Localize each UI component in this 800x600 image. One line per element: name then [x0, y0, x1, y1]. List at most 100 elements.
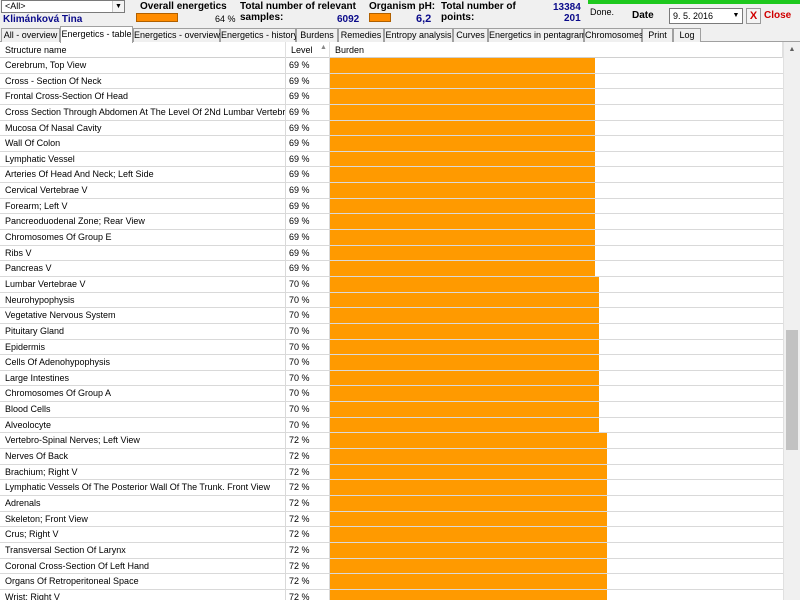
burden-bar — [330, 230, 595, 245]
tab-energetics-history[interactable]: Energetics - history — [220, 28, 298, 42]
burden-bar — [330, 511, 607, 527]
table-row[interactable]: Cervical Vertebrae V 69 % — [0, 183, 783, 199]
structure-name-cell: Nerves Of Back — [0, 449, 286, 464]
column-header-structure[interactable]: Structure name — [0, 42, 286, 58]
chevron-down-icon[interactable]: ▼ — [112, 1, 124, 12]
table-row[interactable]: Cells Of Adenohypophysis 70 % — [0, 355, 783, 371]
table-row[interactable]: Nerves Of Back 72 % — [0, 449, 783, 465]
tab-entropy-analysis[interactable]: Entropy analysis — [384, 28, 453, 42]
table-row[interactable]: Chromosomes Of Group E 69 % — [0, 230, 783, 246]
close-button[interactable]: Close — [764, 10, 791, 21]
tab-all-overview[interactable]: All - overview — [1, 28, 60, 42]
filter-dropdown[interactable]: <All> ▼ — [1, 0, 125, 13]
structure-name-cell: Lymphatic Vessels Of The Posterior Wall … — [0, 480, 286, 495]
tab-energetics-table[interactable]: Energetics - table — [60, 26, 133, 43]
structure-name-cell: Organs Of Retroperitoneal Space — [0, 574, 286, 589]
structure-name-cell: Wall Of Colon — [0, 136, 286, 151]
table-row[interactable]: Arteries Of Head And Neck; Left Side 69 % — [0, 167, 783, 184]
tab-burdens[interactable]: Burdens — [296, 28, 338, 42]
tab-remedies[interactable]: Remedies — [338, 28, 384, 42]
burden-bar — [330, 464, 607, 480]
tab-chromosomes[interactable]: Chromosomes — [584, 28, 644, 42]
table-row[interactable]: Large Intestines 70 % — [0, 370, 783, 387]
scroll-up-icon[interactable]: ▲ — [784, 42, 800, 58]
burden-bar — [330, 198, 595, 214]
level-cell: 70 % — [286, 386, 330, 402]
tab-curves[interactable]: Curves — [453, 28, 488, 42]
structure-name-cell: Chromosomes Of Group E — [0, 230, 286, 245]
structure-name-cell: Coronal Cross-Section Of Left Hand — [0, 558, 286, 574]
table-row[interactable]: Cerebrum, Top View 69 % — [0, 58, 783, 74]
table-row[interactable]: Mucosa Of Nasal Cavity 69 % — [0, 120, 783, 137]
table-row[interactable]: Chromosomes Of Group A 70 % — [0, 386, 783, 403]
level-cell: 69 % — [286, 261, 330, 276]
table-row[interactable]: Organs Of Retroperitoneal Space 72 % — [0, 574, 783, 590]
structure-name-cell: Cross - Section Of Neck — [0, 73, 286, 89]
scrollbar-thumb[interactable] — [786, 330, 798, 450]
table-row[interactable]: Adrenals 72 % — [0, 495, 783, 512]
table-row[interactable]: Epidermis 70 % — [0, 339, 783, 356]
table-row[interactable]: Wall Of Colon 69 % — [0, 136, 783, 152]
table-row[interactable]: Cross Section Through Abdomen At The Lev… — [0, 104, 783, 121]
table-row[interactable]: Frontal Cross-Section Of Head 69 % — [0, 89, 783, 105]
tab-energetics-in-pentagram[interactable]: Energetics in pentagram — [488, 28, 587, 42]
structure-name-cell: Lumbar Vertebrae V — [0, 276, 286, 292]
table-row[interactable]: Cross - Section Of Neck 69 % — [0, 73, 783, 90]
structure-name-cell: Vegetative Nervous System — [0, 308, 286, 323]
organism-ph-bar — [369, 13, 391, 22]
table-row[interactable]: Neurohypophysis 70 % — [0, 292, 783, 309]
level-cell: 72 % — [286, 495, 330, 511]
chevron-down-icon[interactable]: ▼ — [730, 9, 742, 23]
table-row[interactable]: Alveolocyte 70 % — [0, 417, 783, 434]
burden-bar — [330, 308, 599, 323]
table-row[interactable]: Skeleton; Front View 72 % — [0, 511, 783, 528]
table-row[interactable]: Lymphatic Vessels Of The Posterior Wall … — [0, 480, 783, 496]
table-row[interactable]: Pituitary Gland 70 % — [0, 323, 783, 340]
burden-bar — [330, 104, 595, 120]
burden-bar — [330, 58, 595, 73]
table-row[interactable]: Coronal Cross-Section Of Left Hand 72 % — [0, 558, 783, 575]
table-row[interactable]: Lumbar Vertebrae V 70 % — [0, 276, 783, 293]
burden-bar — [330, 323, 599, 339]
level-cell: 69 % — [286, 230, 330, 245]
level-cell: 70 % — [286, 370, 330, 386]
level-cell: 70 % — [286, 339, 330, 355]
overall-energetics-label: Overall energetics — [140, 1, 227, 12]
level-cell: 69 % — [286, 58, 330, 73]
date-dropdown[interactable]: 9. 5. 2016 ▼ — [669, 8, 743, 24]
structure-name-cell: Alveolocyte — [0, 417, 286, 433]
table-row[interactable]: Wrist; Right V 72 % — [0, 589, 783, 600]
table-row[interactable]: Forearm; Left V 69 % — [0, 198, 783, 215]
table-row[interactable]: Lymphatic Vessel 69 % — [0, 151, 783, 168]
table-row[interactable]: Vertebro-Spinal Nerves; Left View 72 % — [0, 433, 783, 450]
burden-bar — [330, 449, 607, 464]
burden-bar — [330, 386, 599, 402]
tab-print[interactable]: Print — [642, 28, 673, 42]
vertical-scrollbar[interactable]: ▲ — [783, 42, 800, 600]
table-row[interactable]: Pancreas V 69 % — [0, 261, 783, 277]
burden-bar — [330, 527, 607, 542]
burden-bar — [330, 89, 595, 104]
close-icon[interactable]: X — [746, 8, 761, 24]
points-secondary-value: 201 — [564, 13, 581, 24]
progress-bar — [588, 0, 800, 4]
table-row[interactable]: Vegetative Nervous System 70 % — [0, 308, 783, 324]
structure-name-cell: Ribs V — [0, 245, 286, 261]
table-row[interactable]: Transversal Section Of Larynx 72 % — [0, 542, 783, 559]
table-row[interactable]: Crus; Right V 72 % — [0, 527, 783, 543]
level-cell: 72 % — [286, 480, 330, 495]
level-cell: 72 % — [286, 527, 330, 542]
structure-name-cell: Skeleton; Front View — [0, 511, 286, 527]
table-row[interactable]: Brachium; Right V 72 % — [0, 464, 783, 481]
table-row[interactable]: Pancreoduodenal Zone; Rear View 69 % — [0, 214, 783, 231]
table-row[interactable]: Ribs V 69 % — [0, 245, 783, 262]
burden-bar — [330, 417, 599, 433]
burden-bar — [330, 245, 595, 261]
structure-name-cell: Chromosomes Of Group A — [0, 386, 286, 402]
tab-log[interactable]: Log — [673, 28, 701, 42]
structure-name-cell: Pancreas V — [0, 261, 286, 276]
column-header-burden[interactable]: Burden — [330, 42, 783, 58]
overall-energetics-bar — [136, 13, 178, 22]
table-row[interactable]: Blood Cells 70 % — [0, 402, 783, 418]
tab-energetics-overview[interactable]: Energetics - overview — [133, 28, 220, 42]
